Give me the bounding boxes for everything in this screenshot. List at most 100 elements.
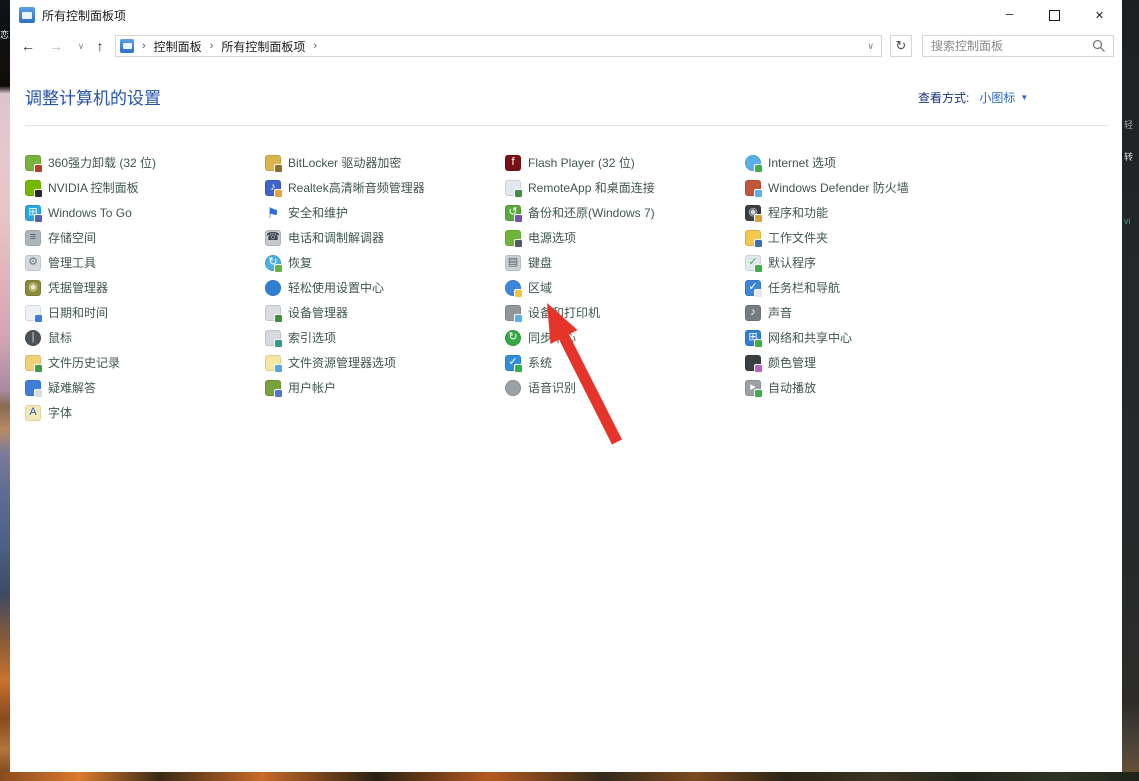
- window-title: 所有控制面板项: [42, 7, 126, 24]
- desktop-wallpaper-bottom-strip: [0, 772, 1139, 781]
- cp-item-label: Windows To Go: [48, 206, 132, 220]
- cp-item-nvidia-control-panel[interactable]: NVIDIA 控制面板: [25, 175, 263, 200]
- cp-item-recovery[interactable]: ↻恢复: [265, 250, 503, 275]
- cp-item-file-explorer-options[interactable]: 文件资源管理器选项: [265, 350, 503, 375]
- cp-item-label: 用户帐户: [288, 379, 336, 396]
- page-title: 调整计算机的设置: [25, 84, 161, 109]
- sound-icon: ♪: [745, 305, 761, 321]
- cp-item-storage-spaces[interactable]: ≡存储空间: [25, 225, 263, 250]
- cp-item-label: 设备和打印机: [528, 304, 600, 321]
- indexing-options-icon: [265, 330, 281, 346]
- cp-item-network-sharing-center[interactable]: ⊞ 网络和共享中心: [745, 325, 983, 350]
- cp-item-bitlocker[interactable]: BitLocker 驱动器加密: [265, 150, 503, 175]
- refresh-button[interactable]: ↻: [890, 35, 912, 57]
- file-history-icon: [25, 355, 41, 371]
- cp-item-speech-recognition[interactable]: 语音识别: [505, 375, 743, 400]
- date-time-icon: [25, 305, 41, 321]
- security-maintenance-icon: ⚑: [265, 205, 281, 221]
- cp-item-fonts[interactable]: A字体: [25, 400, 263, 425]
- sync-center-icon: ↻: [505, 330, 521, 346]
- address-dropdown-icon[interactable]: ∨: [867, 41, 874, 52]
- cp-item-label: 轻松使用设置中心: [288, 279, 384, 296]
- address-bar[interactable]: › 控制面板 › 所有控制面板项 › ∨: [115, 35, 882, 57]
- cp-item-credential-manager[interactable]: ◉凭据管理器: [25, 275, 263, 300]
- cp-item-label: 日期和时间: [48, 304, 108, 321]
- backup-restore-icon: ↺: [505, 205, 521, 221]
- control-panel-app-icon: [19, 7, 35, 23]
- close-button[interactable]: ✕: [1077, 0, 1122, 30]
- items-column: BitLocker 驱动器加密♪Realtek高清晰音频管理器⚑安全和维护☎电话…: [265, 150, 503, 400]
- ease-of-access-icon: [265, 280, 281, 296]
- breadcrumb-separator-icon: ›: [305, 40, 325, 52]
- cp-item-default-programs[interactable]: ✓默认程序: [745, 250, 983, 275]
- cp-item-label: 备份和还原(Windows 7): [528, 204, 655, 221]
- cp-item-label: 任务栏和导航: [768, 279, 840, 296]
- cp-item-ease-of-access[interactable]: 轻松使用设置中心: [265, 275, 503, 300]
- cp-item-autoplay[interactable]: ▸自动播放: [745, 375, 983, 400]
- cp-item-flash-player[interactable]: fFlash Player (32 位): [505, 150, 743, 175]
- caption-buttons: ─ ✕: [987, 0, 1122, 30]
- cp-item-troubleshooting[interactable]: 疑难解答: [25, 375, 263, 400]
- cp-item-devices-printers[interactable]: 设备和打印机: [505, 300, 743, 325]
- cp-item-device-manager[interactable]: 设备管理器: [265, 300, 503, 325]
- cp-item-windows-to-go[interactable]: ⊞ Windows To Go: [25, 200, 263, 225]
- view-by-control: 查看方式: 小图标 ▼: [918, 89, 1028, 106]
- forward-button[interactable]: →: [47, 36, 65, 56]
- cp-item-backup-restore[interactable]: ↺ 备份和还原(Windows 7): [505, 200, 743, 225]
- uninstall-360-icon: [25, 155, 41, 171]
- background-window-right-strip: [1122, 0, 1139, 781]
- cp-item-sync-center[interactable]: ↻同步中心: [505, 325, 743, 350]
- windows-to-go-icon: ⊞: [25, 205, 41, 221]
- cp-item-administrative-tools[interactable]: ⚙管理工具: [25, 250, 263, 275]
- cp-item-color-management[interactable]: 颜色管理: [745, 350, 983, 375]
- cp-item-windows-defender-firewall[interactable]: Windows Defender 防火墙: [745, 175, 983, 200]
- minimize-button[interactable]: ─: [987, 0, 1032, 30]
- cp-item-power-options[interactable]: 电源选项: [505, 225, 743, 250]
- region-icon: [505, 280, 521, 296]
- cp-item-file-history[interactable]: 文件历史记录: [25, 350, 263, 375]
- cp-item-label: 电源选项: [528, 229, 576, 246]
- cp-item-taskbar-navigation[interactable]: ✓任务栏和导航: [745, 275, 983, 300]
- content-area: 调整计算机的设置 查看方式: 小图标 ▼ 360强力卸载 (32 位) NVIDI…: [10, 62, 1122, 772]
- cp-item-realtek-audio[interactable]: ♪Realtek高清晰音频管理器: [265, 175, 503, 200]
- breadcrumb-control-panel[interactable]: 控制面板: [154, 38, 202, 55]
- cp-item-region[interactable]: 区域: [505, 275, 743, 300]
- cp-item-label: 自动播放: [768, 379, 816, 396]
- network-sharing-icon: ⊞: [745, 330, 761, 346]
- cp-item-indexing-options[interactable]: 索引选项: [265, 325, 503, 350]
- cp-item-internet-options[interactable]: Internet 选项: [745, 150, 983, 175]
- cp-item-phone-modem[interactable]: ☎电话和调制解调器: [265, 225, 503, 250]
- back-button[interactable]: ←: [19, 36, 37, 56]
- cp-item-system[interactable]: ✓系统: [505, 350, 743, 375]
- cp-item-360-uninstaller[interactable]: 360强力卸载 (32 位): [25, 150, 263, 175]
- cp-item-label: 网络和共享中心: [768, 329, 852, 346]
- cp-item-label: 文件历史记录: [48, 354, 120, 371]
- toolbar: ← → ∨ ↑ › 控制面板 › 所有控制面板项 › ∨ ↻: [10, 30, 1122, 62]
- cp-item-label: 管理工具: [48, 254, 96, 271]
- view-by-value: 小图标: [979, 89, 1015, 106]
- cp-item-security-maintenance[interactable]: ⚑安全和维护: [265, 200, 503, 225]
- keyboard-icon: ▤: [505, 255, 521, 271]
- internet-options-icon: [745, 155, 761, 171]
- recent-pages-dropdown-icon[interactable]: ∨: [72, 36, 90, 56]
- breadcrumb-all-control-panel-items[interactable]: 所有控制面板项: [221, 38, 305, 55]
- user-accounts-icon: [265, 380, 281, 396]
- cp-item-mouse[interactable]: |鼠标: [25, 325, 263, 350]
- cp-item-label: 默认程序: [768, 254, 816, 271]
- cp-item-work-folders[interactable]: 工作文件夹: [745, 225, 983, 250]
- cp-item-remoteapp[interactable]: RemoteApp 和桌面连接: [505, 175, 743, 200]
- cp-item-user-accounts[interactable]: 用户帐户: [265, 375, 503, 400]
- cp-item-programs-features[interactable]: ◉程序和功能: [745, 200, 983, 225]
- cp-item-label: 360强力卸载 (32 位): [48, 154, 156, 171]
- cp-item-label: Flash Player (32 位): [528, 154, 635, 171]
- cp-item-sound[interactable]: ♪声音: [745, 300, 983, 325]
- view-by-dropdown[interactable]: 小图标 ▼: [979, 89, 1028, 106]
- search-box[interactable]: [922, 35, 1114, 57]
- maximize-button[interactable]: [1032, 0, 1077, 30]
- windows-firewall-icon: [745, 180, 761, 196]
- cp-item-date-time[interactable]: 日期和时间: [25, 300, 263, 325]
- search-input[interactable]: [923, 39, 1092, 53]
- up-button[interactable]: ↑: [91, 36, 109, 56]
- cp-item-label: Realtek高清晰音频管理器: [288, 179, 425, 196]
- cp-item-keyboard[interactable]: ▤键盘: [505, 250, 743, 275]
